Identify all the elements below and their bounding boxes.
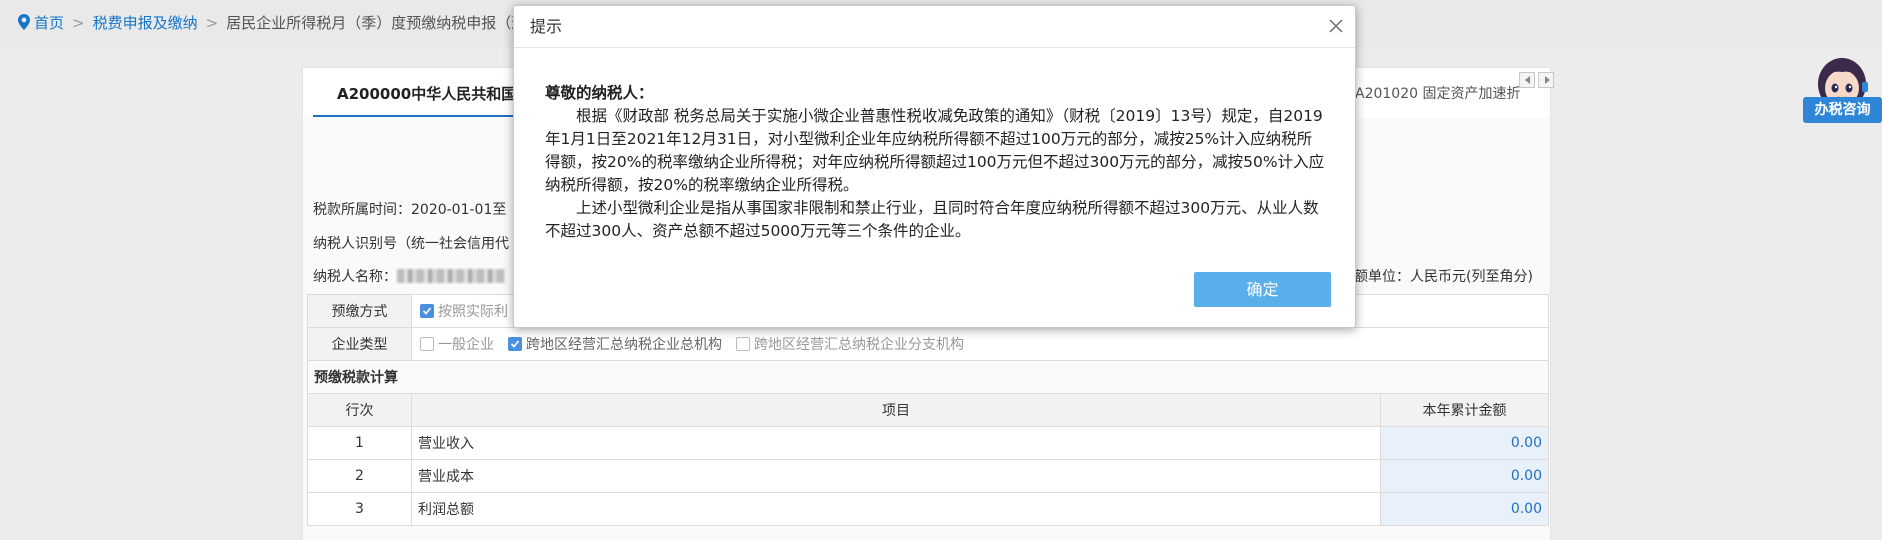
tax-period-value: 2020-01-01至 (411, 202, 507, 218)
taxpayer-name-value-redacted (397, 269, 505, 283)
prepay-method-checkbox[interactable] (420, 304, 434, 318)
dialog-paragraph-2: 上述小型微利企业是指从事国家非限制和禁止行业，且同时符合年度应纳税所得额不超过3… (545, 199, 1319, 240)
breadcrumb-current: 居民企业所得税月（季）度预缴纳税申报（适 (226, 14, 527, 32)
dialog-header: 提示 (514, 6, 1355, 48)
check-icon (422, 307, 432, 315)
col-header-item: 项目 (411, 393, 1381, 427)
row-item: 营业成本 (411, 459, 1381, 493)
tab-a201020[interactable]: A201020 固定资产加速折 (1355, 68, 1568, 118)
row-amount-input[interactable]: 0.00 (1380, 426, 1549, 460)
checkbox[interactable] (420, 337, 434, 351)
table-row: 2 营业成本 0.00 (307, 459, 1549, 493)
tax-consult-button[interactable]: 办税咨询 (1803, 97, 1882, 123)
breadcrumb-separator: > (205, 14, 219, 32)
notice-dialog: 提示 尊敬的纳税人： 根据《财政部 税务总局关于实施小微企业普惠性税收减免政策的… (513, 5, 1356, 328)
arrow-right-icon (1545, 76, 1550, 84)
tab-scroll-left-button[interactable] (1519, 72, 1535, 88)
taxpayer-id-label: 纳税人识别号（统一社会信用代 (313, 236, 509, 252)
checkbox[interactable] (736, 337, 750, 351)
table-row: 1 营业收入 0.00 (307, 426, 1549, 460)
checkbox[interactable] (508, 337, 522, 351)
company-type-row: 企业类型 一般企业 跨地区经营汇总纳税企业总机构 跨地区经营汇总纳税企业分支机构 (307, 327, 1549, 361)
row-number: 2 (307, 459, 412, 493)
table-header-row: 行次 项目 本年累计金额 (307, 393, 1549, 427)
location-pin-icon (18, 14, 30, 30)
close-icon[interactable] (1327, 17, 1345, 35)
row-number: 3 (307, 492, 412, 526)
row-amount-input[interactable]: 0.00 (1380, 492, 1549, 526)
company-type-option-general[interactable]: 一般企业 (420, 337, 494, 353)
col-header-row-no: 行次 (307, 393, 412, 427)
tax-period-line: 税款所属时间：2020-01-01至 (313, 199, 506, 219)
row-amount-input[interactable]: 0.00 (1380, 459, 1549, 493)
prepay-method-option-label: 按照实际利 (438, 304, 508, 320)
tab-scroll-right-button[interactable] (1538, 72, 1554, 88)
table-row: 3 利润总额 0.00 (307, 492, 1549, 526)
ok-button[interactable]: 确定 (1194, 272, 1331, 307)
row-item: 利润总额 (411, 492, 1381, 526)
company-type-option-branch[interactable]: 跨地区经营汇总纳税企业分支机构 (736, 337, 964, 353)
tax-period-label: 税款所属时间： (313, 202, 411, 218)
prepay-method-label: 预缴方式 (307, 294, 412, 328)
prepay-form-table: 预缴方式 按照实际利 企业类型 一般企业 跨地区经营汇总纳税企业总机构 跨地区经营汇… (307, 294, 1549, 526)
option-label: 跨地区经营汇总纳税企业总机构 (526, 337, 722, 353)
dialog-greeting: 尊敬的纳税人： (545, 84, 654, 102)
row-item: 营业收入 (411, 426, 1381, 460)
taxpayer-id-line: 纳税人识别号（统一社会信用代 (313, 233, 509, 253)
company-type-options: 一般企业 跨地区经营汇总纳税企业总机构 跨地区经营汇总纳税企业分支机构 (411, 327, 1549, 361)
company-type-option-head-office[interactable]: 跨地区经营汇总纳税企业总机构 (508, 337, 722, 353)
breadcrumb-tax-filing[interactable]: 税费申报及缴纳 (93, 14, 198, 32)
breadcrumb-home[interactable]: 首页 (34, 14, 64, 32)
col-header-amount: 本年累计金额 (1380, 393, 1549, 427)
breadcrumb-separator: > (72, 14, 85, 32)
taxpayer-name-line: 纳税人名称： (313, 266, 505, 286)
breadcrumb: 首页 > 税费申报及缴纳 > 居民企业所得税月（季）度预缴纳税申报（适 (18, 0, 526, 47)
row-number: 1 (307, 426, 412, 460)
arrow-left-icon (1525, 76, 1530, 84)
section-title: 预缴税款计算 (307, 360, 1549, 394)
section-title-row: 预缴税款计算 (307, 360, 1549, 394)
option-label: 跨地区经营汇总纳税企业分支机构 (754, 337, 964, 353)
taxpayer-name-label: 纳税人名称： (313, 269, 397, 285)
dialog-title: 提示 (530, 17, 563, 36)
option-label: 一般企业 (438, 337, 494, 353)
dialog-body: 尊敬的纳税人： 根据《财政部 税务总局关于实施小微企业普惠性税收减免政策的通知》… (545, 82, 1325, 243)
company-type-label: 企业类型 (307, 327, 412, 361)
dialog-paragraph-1: 根据《财政部 税务总局关于实施小微企业普惠性税收减免政策的通知》（财税〔2019… (545, 107, 1325, 194)
amount-unit: 额单位：人民币元(列至角分) (1354, 269, 1533, 285)
check-icon (510, 340, 520, 348)
